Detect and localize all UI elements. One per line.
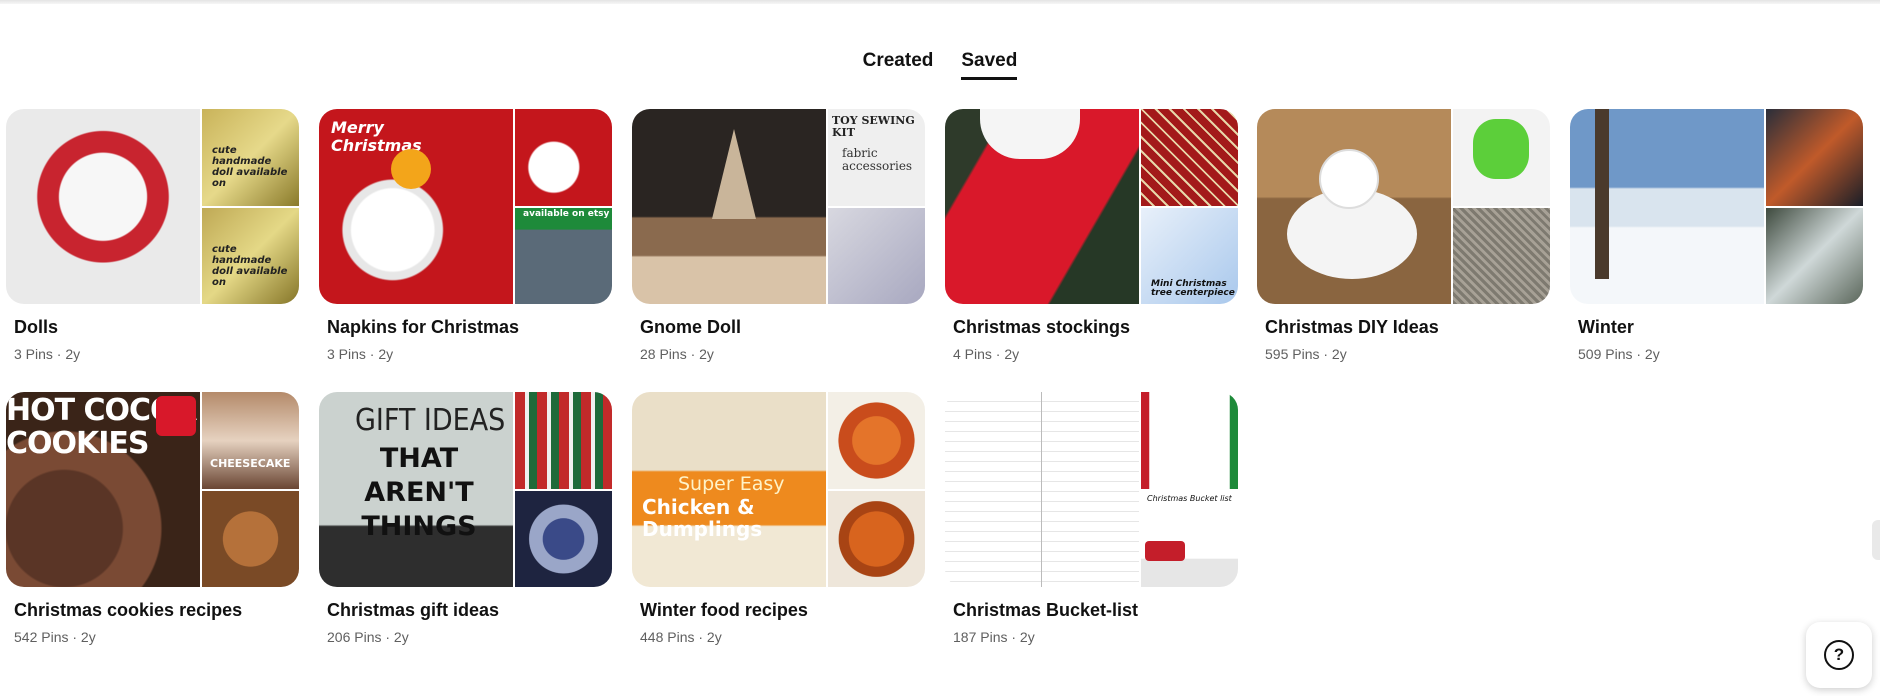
cover-image-snowy-forest (1570, 109, 1764, 304)
board-title[interactable]: Christmas stockings (953, 317, 1130, 338)
board-cover[interactable] (1570, 109, 1863, 304)
help-button[interactable]: ? (1806, 622, 1872, 688)
header-shadow (0, 0, 1880, 4)
board-card-christmas-cookies[interactable]: HOT COCOA COOKIES CHEESECAKE Christmas c… (6, 392, 299, 645)
help-icon: ? (1824, 640, 1854, 670)
board-cover[interactable]: GIFT IDEAS THAT AREN'T THINGS (319, 392, 612, 587)
red-mug (156, 396, 196, 436)
cover-image-gnocchi (828, 490, 925, 587)
board-cover[interactable]: cute handmade doll available on cute han… (6, 109, 299, 304)
cover-image-fireplace (1766, 109, 1863, 206)
cover-image-plate (515, 109, 612, 206)
cover-image-napkin: available on etsy (515, 207, 612, 304)
snowman-head (1319, 149, 1379, 209)
board-meta: 3 Pins · 2y (14, 346, 81, 362)
cover-caption: Christmas Bucket list (1147, 493, 1232, 503)
board-meta: 28 Pins · 2y (640, 346, 714, 362)
board-title[interactable]: Dolls (14, 317, 58, 338)
cover-image-printable (1141, 392, 1238, 489)
cover-image-socks (515, 392, 612, 489)
board-card-napkins[interactable]: Merry Christmas available on etsy Napkin… (319, 109, 612, 362)
cover-caption: fabric accessories (842, 146, 913, 174)
board-card-christmas-bucket-list[interactable]: Christmas Bucket list Christmas Bucket-l… (945, 392, 1238, 645)
board-card-winter-food[interactable]: Super Easy Chicken & Dumplings Winter fo… (632, 392, 925, 645)
board-meta: 187 Pins · 2y (953, 629, 1035, 645)
cover-image-snowman (6, 109, 200, 304)
cover-image-chicken-dumplings: Super Easy Chicken & Dumplings (632, 392, 826, 587)
cover-image-ornaments (1141, 109, 1238, 206)
board-cover[interactable]: HOT COCOA COOKIES CHEESECAKE (6, 392, 299, 587)
board-cover[interactable]: Christmas Bucket list (945, 392, 1238, 587)
board-meta: 448 Pins · 2y (640, 629, 722, 645)
cover-image-curry (828, 392, 925, 489)
cover-caption: cute handmade doll available on (212, 243, 288, 288)
board-cover[interactable]: Mini Christmas tree centerpiece (945, 109, 1238, 304)
board-title[interactable]: Gnome Doll (640, 317, 741, 338)
board-meta: 595 Pins · 2y (1265, 346, 1347, 362)
board-title[interactable]: Winter (1578, 317, 1634, 338)
cover-caption: TOY SEWING KIT (832, 114, 915, 140)
cover-image-napkin-plate: Merry Christmas (319, 109, 513, 304)
cover-caption: GIFT IDEAS (355, 403, 506, 438)
cover-image-cocoa-cookies: HOT COCOA COOKIES (6, 392, 200, 587)
tab-saved[interactable]: Saved (961, 50, 1018, 80)
cover-image-winter-train (1766, 207, 1863, 304)
cover-image-cookie (202, 490, 299, 587)
stocking-cuff (980, 109, 1080, 159)
green-craft (1473, 119, 1529, 179)
cover-image-bucket-list-card: Christmas Bucket list (1141, 490, 1238, 587)
board-card-christmas-stockings[interactable]: Mini Christmas tree centerpiece Christma… (945, 109, 1238, 362)
board-card-dolls[interactable]: cute handmade doll available on cute han… (6, 109, 299, 362)
board-title[interactable]: Christmas gift ideas (327, 600, 499, 621)
board-meta: 509 Pins · 2y (1578, 346, 1660, 362)
cover-caption: cute handmade doll available on (212, 145, 288, 189)
cover-image-snowman-plush (1257, 109, 1451, 304)
orange-slice (391, 149, 431, 189)
cover-image-sewing-kit: TOY SEWING KIT fabric accessories (828, 109, 925, 206)
board-title[interactable]: Christmas cookies recipes (14, 600, 242, 621)
board-meta: 4 Pins · 2y (953, 346, 1020, 362)
board-meta: 3 Pins · 2y (327, 346, 394, 362)
cover-caption: Super Easy (678, 473, 785, 495)
cover-image-bucket-list-text (945, 392, 1139, 587)
board-card-winter[interactable]: Winter 509 Pins · 2y (1570, 109, 1863, 362)
gnome-hat (712, 129, 756, 219)
board-meta: 206 Pins · 2y (327, 629, 409, 645)
cover-caption: available on etsy (523, 208, 610, 219)
board-card-christmas-diy[interactable]: Christmas DIY Ideas 595 Pins · 2y (1257, 109, 1550, 362)
board-cover[interactable] (1257, 109, 1550, 304)
cover-caption: CHEESECAKE (210, 457, 291, 470)
tree-trunk (1595, 109, 1609, 279)
board-tabs: Created Saved (0, 50, 1880, 80)
board-card-gnome-doll[interactable]: TOY SEWING KIT fabric accessories Gnome … (632, 109, 925, 362)
help-glyph: ? (1833, 645, 1845, 664)
cover-image-gnomes (828, 207, 925, 304)
board-card-christmas-gift-ideas[interactable]: GIFT IDEAS THAT AREN'T THINGS Christmas … (319, 392, 612, 645)
cover-image-cheesecake: CHEESECAKE (202, 392, 299, 489)
cover-caption: Chicken & Dumplings (642, 495, 763, 541)
cover-image-doll: cute handmade doll available on (202, 207, 299, 304)
cover-caption: Mini Christmas tree centerpiece (1151, 278, 1235, 299)
board-cover[interactable]: Super Easy Chicken & Dumplings (632, 392, 925, 587)
cover-image-doll: cute handmade doll available on (202, 109, 299, 206)
side-panel-handle[interactable] (1872, 520, 1880, 560)
column-divider (1041, 392, 1042, 587)
cover-image-reindeer (1453, 207, 1550, 304)
board-title[interactable]: Winter food recipes (640, 600, 808, 621)
board-cover[interactable]: Merry Christmas available on etsy (319, 109, 612, 304)
cover-image-centerpiece: Mini Christmas tree centerpiece (1141, 207, 1238, 304)
cover-caption: THAT AREN'T THINGS (361, 443, 477, 542)
cover-image-wrapped-gift (515, 490, 612, 587)
cover-image-stocking (945, 109, 1139, 304)
board-meta: 542 Pins · 2y (14, 629, 96, 645)
cover-image-gift-ideas: GIFT IDEAS THAT AREN'T THINGS (319, 392, 513, 587)
red-truck (1145, 540, 1185, 561)
board-title[interactable]: Christmas Bucket-list (953, 600, 1138, 621)
tab-created[interactable]: Created (863, 50, 934, 80)
board-cover[interactable]: TOY SEWING KIT fabric accessories (632, 109, 925, 304)
cover-image-leprechaun-craft (1453, 109, 1550, 206)
cover-image-gnome (632, 109, 826, 304)
board-title[interactable]: Christmas DIY Ideas (1265, 317, 1439, 338)
board-title[interactable]: Napkins for Christmas (327, 317, 519, 338)
